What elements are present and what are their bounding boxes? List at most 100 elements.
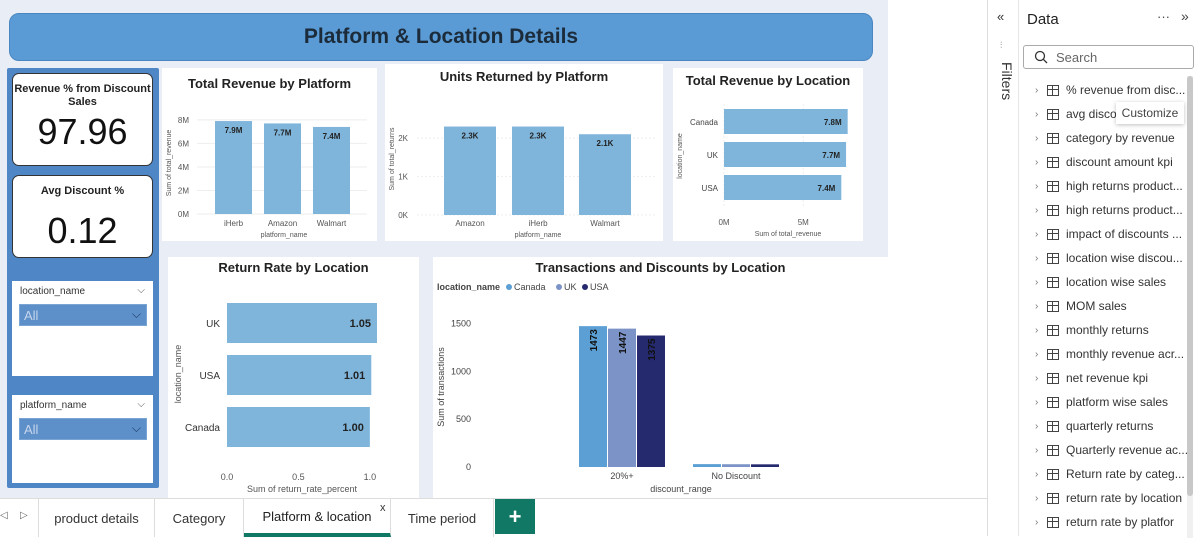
chart-revenue-by-platform[interactable]: Total Revenue by Platform 0M 2M 4M 6M 8M Sum … (162, 68, 377, 241)
chevron-right-icon[interactable]: › (1035, 445, 1047, 456)
chevron-right-icon[interactable]: › (1035, 157, 1047, 168)
bar (722, 464, 750, 467)
chevron-right-icon[interactable]: › (1035, 133, 1047, 144)
data-label: 1447 (618, 331, 629, 354)
chart-transactions-discounts[interactable]: Transactions and Discounts by Location l… (433, 257, 888, 498)
chevron-right-icon[interactable]: › (1035, 469, 1047, 480)
chevron-right-icon[interactable]: › (1035, 181, 1047, 192)
chevron-right-icon[interactable]: › (1035, 109, 1047, 120)
chevron-right-icon[interactable]: › (1035, 85, 1047, 96)
y-tick-label: 6M (178, 139, 189, 148)
collapse-icon[interactable]: « (997, 9, 1004, 24)
field-label: platform wise sales (1066, 395, 1169, 409)
kpi-value: 97.96 (37, 111, 128, 152)
field-item[interactable]: › monthly returns (1035, 320, 1195, 340)
kpi-card-avg-discount[interactable]: Avg Discount % 0.12 (12, 175, 153, 258)
chevron-right-icon[interactable]: › (1035, 277, 1047, 288)
table-icon (1047, 132, 1059, 144)
field-item[interactable]: › location wise discou... (1035, 248, 1195, 268)
field-item[interactable]: › % revenue from disc... (1035, 80, 1195, 100)
chevron-right-icon[interactable]: › (1035, 493, 1047, 504)
y-tick-label: 1K (398, 173, 408, 182)
tab-category[interactable]: Category (155, 499, 244, 537)
slicer-location[interactable]: location_name ⌵ All ⌵ (12, 281, 153, 376)
field-item[interactable]: › discount amount kpi (1035, 152, 1195, 172)
field-item[interactable]: › impact of discounts ... (1035, 224, 1195, 244)
table-icon (1047, 324, 1059, 336)
data-label: 1375 (647, 338, 658, 361)
expand-icon[interactable]: » (1181, 8, 1189, 24)
scroll-left-icon[interactable]: ◁ (0, 510, 8, 521)
chevron-down-icon[interactable]: ⌵ (137, 285, 145, 296)
y-tick-label: 1000 (451, 366, 471, 376)
field-item[interactable]: › Quarterly revenue ac... (1035, 440, 1195, 460)
chart-svg: 0M 2M 4M 6M 8M Sum of total_revenue platform_n… (166, 116, 367, 239)
x-tick-label: Amazon (455, 219, 484, 228)
y-tick-label: 2K (398, 134, 408, 143)
y-axis-label: Sum of total_returns (389, 127, 396, 191)
chevron-right-icon[interactable]: › (1035, 349, 1047, 360)
chevron-down-icon[interactable]: ⌵ (137, 399, 145, 410)
kpi-value: 0.12 (47, 210, 118, 251)
chevron-right-icon[interactable]: › (1035, 373, 1047, 384)
chart-units-returned-by-platform[interactable]: Units Returned by Platform 0K 1K 2K Sum of … (385, 64, 663, 241)
table-icon (1047, 420, 1059, 432)
table-icon (1047, 108, 1059, 120)
chevron-right-icon[interactable]: › (1035, 205, 1047, 216)
table-icon (1047, 180, 1059, 192)
kpi-label: Avg Discount % (40, 185, 125, 197)
field-label: impact of discounts ... (1066, 227, 1183, 241)
data-label: 7.8M (824, 118, 842, 127)
data-label: 2.3K (462, 132, 479, 141)
tab-product-details[interactable]: product details (38, 499, 155, 537)
more-options-icon[interactable]: ··· (1157, 9, 1170, 24)
field-item[interactable]: › category by revenue (1035, 128, 1195, 148)
table-icon (1047, 444, 1059, 456)
field-item[interactable]: › return rate by platfor (1035, 512, 1195, 532)
filters-pane[interactable]: « ⫶ Filters (987, 0, 1019, 536)
field-item[interactable]: › high returns product... (1035, 176, 1195, 196)
platform-dropdown[interactable]: All ⌵ (19, 418, 147, 440)
slicer-platform[interactable]: platform_name ⌵ All ⌵ (12, 395, 153, 483)
x-tick-label: Walmart (590, 219, 620, 228)
location-dropdown[interactable]: All ⌵ (19, 304, 147, 326)
field-label: monthly returns (1066, 323, 1149, 337)
field-item[interactable]: › platform wise sales (1035, 392, 1195, 412)
chart-revenue-by-location[interactable]: Total Revenue by Location location_name 0… (673, 68, 863, 241)
chevron-right-icon[interactable]: › (1035, 517, 1047, 528)
chevron-right-icon[interactable]: › (1035, 421, 1047, 432)
bar (693, 464, 721, 467)
table-icon (1047, 372, 1059, 384)
scroll-right-icon[interactable]: ▷ (20, 510, 28, 521)
dropdown-value: All (24, 308, 39, 323)
field-item[interactable]: › monthly revenue acr... (1035, 344, 1195, 364)
field-item[interactable]: › Return rate by categ... (1035, 464, 1195, 484)
chevron-right-icon[interactable]: › (1035, 253, 1047, 264)
tab-time-period[interactable]: Time period (391, 499, 494, 537)
chart-return-rate-by-location[interactable]: Return Rate by Location location_name 0.0… (168, 257, 419, 498)
chevron-right-icon[interactable]: › (1035, 325, 1047, 336)
chevron-right-icon[interactable]: › (1035, 301, 1047, 312)
filters-label[interactable]: Filters (991, 62, 1015, 112)
field-label: category by revenue (1066, 131, 1175, 145)
tab-platform-location[interactable]: Platform & location (244, 499, 391, 537)
field-item[interactable]: › location wise sales (1035, 272, 1195, 292)
field-item[interactable]: › net revenue kpi (1035, 368, 1195, 388)
x-tick-label: 20%+ (610, 471, 633, 481)
field-item[interactable]: › high returns product... (1035, 200, 1195, 220)
y-tick-label: 0 (466, 462, 471, 472)
field-label: location wise discou... (1066, 251, 1183, 265)
field-item[interactable]: › quarterly returns (1035, 416, 1195, 436)
field-label: high returns product... (1066, 179, 1183, 193)
add-page-button[interactable]: + (495, 499, 535, 534)
chevron-right-icon[interactable]: › (1035, 229, 1047, 240)
close-tab-icon[interactable]: x (380, 502, 386, 514)
field-item[interactable]: › return rate by location (1035, 488, 1195, 508)
search-input[interactable]: Search (1023, 45, 1194, 69)
kpi-card-revenue-discount[interactable]: Revenue % from Discount Sales 97.96 (12, 73, 153, 166)
table-icon (1047, 468, 1059, 480)
y-tick-label: 1500 (451, 319, 471, 329)
field-item[interactable]: › MOM sales (1035, 296, 1195, 316)
table-icon (1047, 396, 1059, 408)
chevron-right-icon[interactable]: › (1035, 397, 1047, 408)
